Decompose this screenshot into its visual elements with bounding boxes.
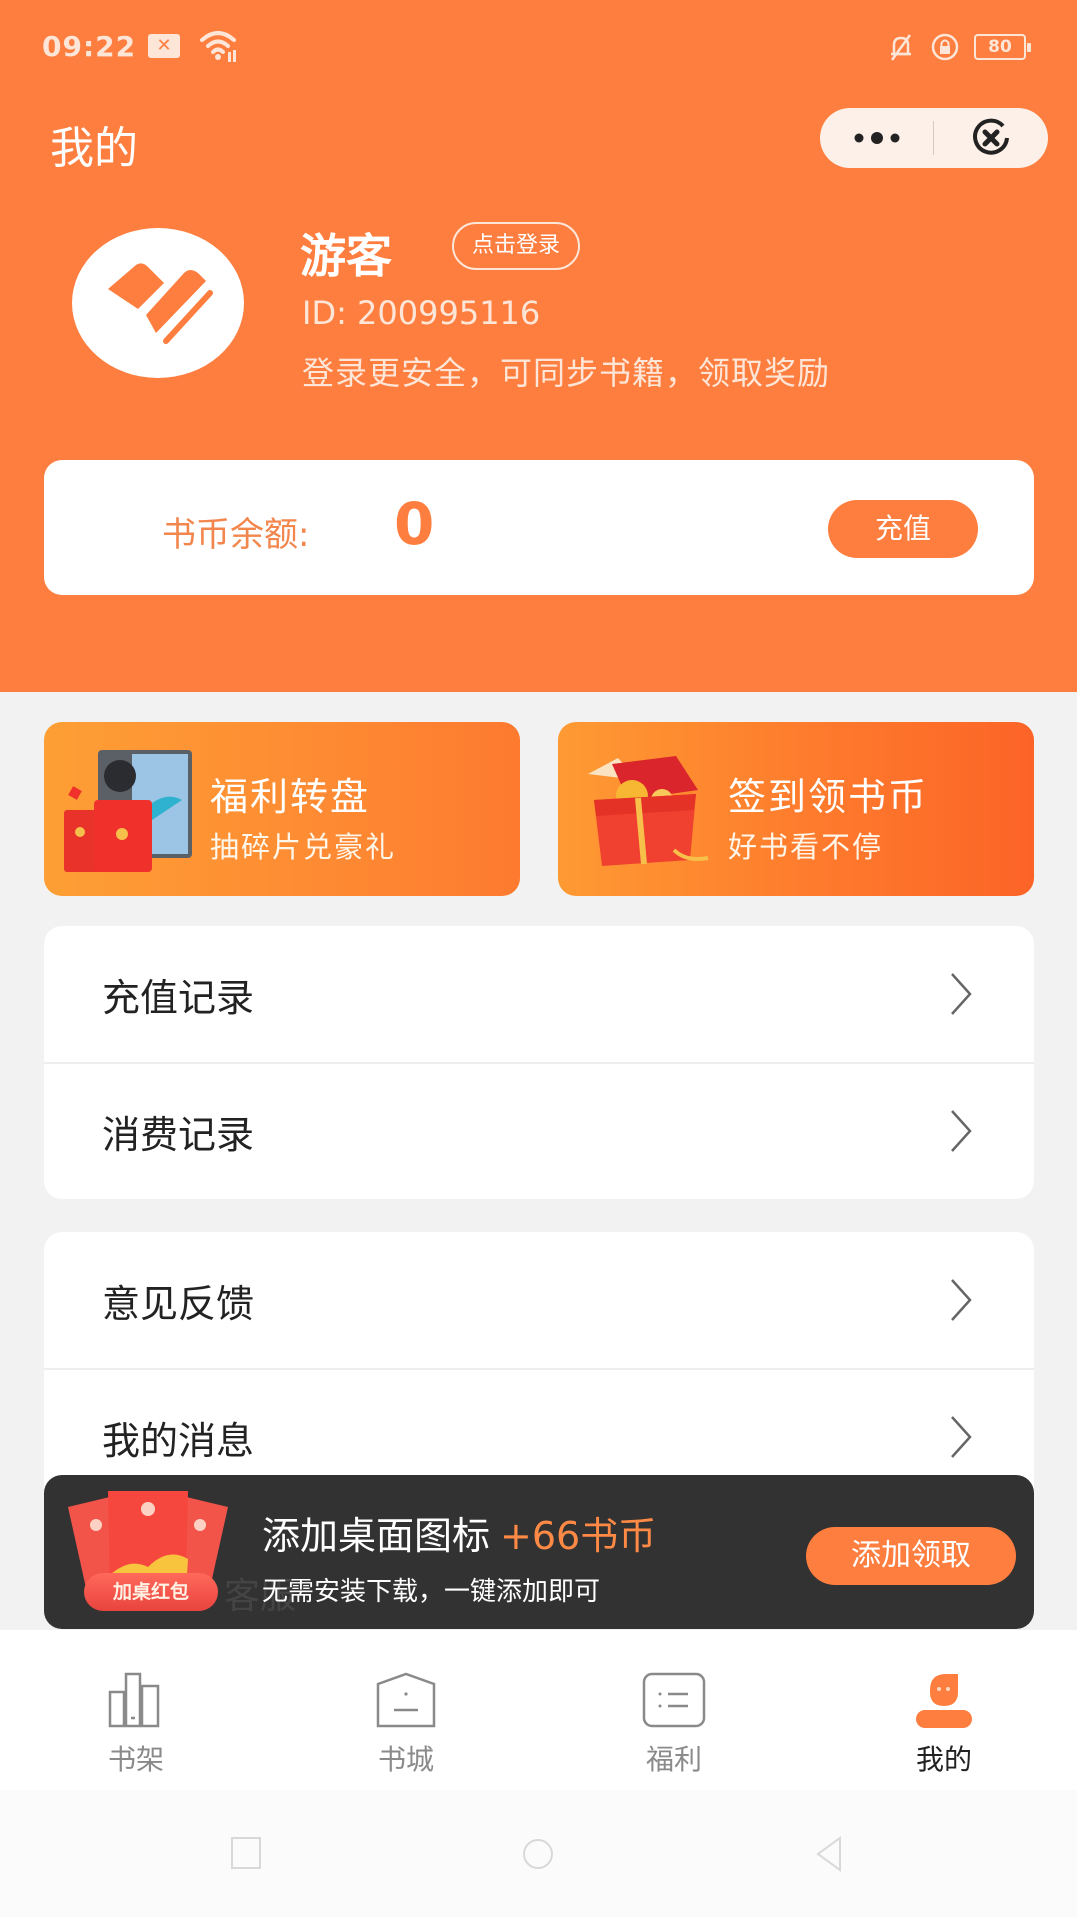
promo-title: 福利转盘: [210, 775, 371, 819]
x-notification-icon: ✕: [148, 34, 180, 58]
app-logo-icon: [108, 263, 213, 344]
tab-welfare[interactable]: 福利: [574, 1630, 774, 1790]
recharge-button[interactable]: 充值: [828, 500, 978, 558]
bottom-tab-bar: 书架 书城 福利 我的: [0, 1630, 1077, 1790]
tab-mine[interactable]: 我的: [844, 1630, 1044, 1790]
chevron-right-icon: [951, 1279, 972, 1321]
gift-box-icon: [588, 756, 709, 866]
menu-item-label: 消费记录: [102, 1112, 255, 1157]
banner-bonus: +66书币: [500, 1514, 657, 1558]
system-navigation-bar: [0, 1790, 1077, 1917]
promo-subtitle: 好书看不停: [728, 830, 884, 864]
promo-title: 签到领书币: [728, 775, 929, 819]
balance-value: 0: [394, 490, 435, 558]
profile-icon: [916, 1674, 972, 1728]
menu-item-feedback[interactable]: 意见反馈: [44, 1232, 1034, 1368]
menu-item-label: 意见反馈: [102, 1281, 255, 1326]
more-dots-icon: [854, 132, 899, 144]
menu-item-label: 充值记录: [102, 975, 255, 1020]
close-circle-icon: [972, 118, 1009, 155]
tab-label: 我的: [915, 1743, 972, 1776]
status-time: 09:22: [42, 30, 137, 63]
tab-label: 书城: [377, 1743, 434, 1776]
menu-group-records: 充值记录 消费记录: [44, 926, 1034, 1199]
avatar[interactable]: [72, 228, 244, 378]
profile-header: 09:22 ✕ 80 我的 游客 点击登录 ID: 200995116 登录更安…: [0, 0, 1077, 692]
recents-icon[interactable]: [226, 1834, 266, 1874]
chevron-right-icon: [951, 1110, 972, 1152]
tab-bookshelf[interactable]: 书架: [36, 1630, 236, 1790]
page-title: 我的: [50, 123, 138, 174]
battery-indicator: 80: [974, 34, 1031, 60]
balance-label: 书币余额:: [162, 515, 310, 555]
checkin-card[interactable]: 签到领书币 好书看不停: [558, 722, 1034, 896]
chevron-right-icon: [951, 1416, 972, 1458]
tab-label: 书架: [107, 1743, 164, 1776]
wifi-icon: [200, 31, 236, 62]
desktop-red-packet-badge: 加桌红包: [84, 1573, 218, 1611]
user-id: ID: 200995116: [302, 294, 541, 332]
bookshelf-icon: [108, 1672, 160, 1728]
login-tip: 登录更安全，可同步书籍，领取奖励: [302, 354, 831, 392]
miniapp-capsule: [820, 108, 1048, 168]
close-button[interactable]: [934, 108, 1047, 168]
tab-label: 福利: [645, 1743, 702, 1776]
status-bar: 09:22 ✕ 80: [0, 0, 1077, 96]
more-button[interactable]: [820, 108, 933, 168]
add-claim-button[interactable]: 添加领取: [806, 1527, 1016, 1585]
menu-item-consumption-records[interactable]: 消费记录: [44, 1062, 1034, 1198]
balance-card: 书币余额: 0 充值: [44, 460, 1034, 595]
login-button[interactable]: 点击登录: [452, 222, 581, 270]
rotation-lock-icon: [931, 33, 959, 61]
home-icon[interactable]: [518, 1834, 558, 1874]
welfare-list-icon: [642, 1672, 706, 1728]
back-icon[interactable]: [810, 1834, 850, 1874]
tab-bookstore[interactable]: 书城: [306, 1630, 506, 1790]
banner-subtitle: 无需安装下载，一键添加即可: [262, 1577, 601, 1607]
user-name: 游客: [300, 229, 392, 283]
menu-item-recharge-records[interactable]: 充值记录: [44, 926, 1034, 1062]
chevron-right-icon: [951, 973, 972, 1015]
add-desktop-banner: 客服 加桌红包 添加桌面图标 +66书币 无需安装下载，一键添加即可 添加领取: [44, 1475, 1034, 1629]
lucky-wheel-card[interactable]: 福利转盘 抽碎片兑豪礼: [44, 722, 520, 896]
bookstore-icon: [376, 1672, 436, 1728]
banner-title: 添加桌面图标 +66书币: [262, 1505, 656, 1560]
phone-prize-icon: [64, 750, 192, 872]
promo-subtitle: 抽碎片兑豪礼: [210, 830, 397, 864]
menu-item-label: 我的消息: [102, 1418, 255, 1463]
bell-off-icon: [890, 34, 912, 61]
banner-title-text: 添加桌面图标: [262, 1514, 491, 1558]
